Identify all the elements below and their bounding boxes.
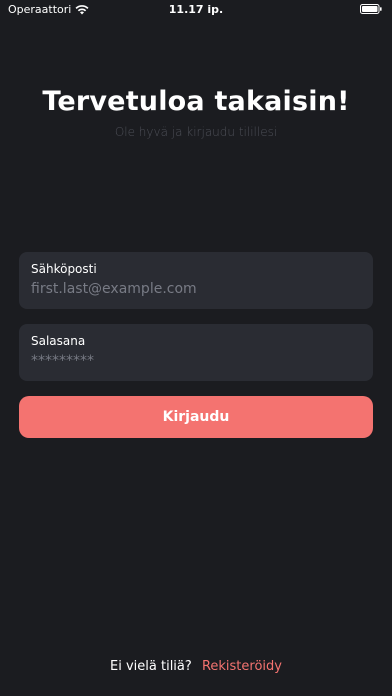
email-input[interactable] [31,279,351,299]
email-label: Sähköposti [31,262,97,276]
email-field[interactable]: Sähköposti [19,252,373,309]
status-bar: Operaattori 11.17 ip. [0,0,392,20]
password-input[interactable] [31,351,351,371]
password-label: Salasana [31,334,86,348]
page-subtitle: Ole hyvä ja kirjaudu tilillesi [114,125,278,139]
battery-icon [360,4,382,14]
status-time: 11.17 ip. [168,3,224,16]
password-field[interactable]: Salasana [19,324,373,381]
page-title: Tervetuloa takaisin! [42,86,350,117]
register-link[interactable]: Rekisteröidy [202,659,282,674]
footer: Ei vielä tiliä? Rekisteröidy [0,659,392,674]
login-button[interactable]: Kirjaudu [19,396,373,438]
no-account-text: Ei vielä tiliä? [110,659,192,674]
